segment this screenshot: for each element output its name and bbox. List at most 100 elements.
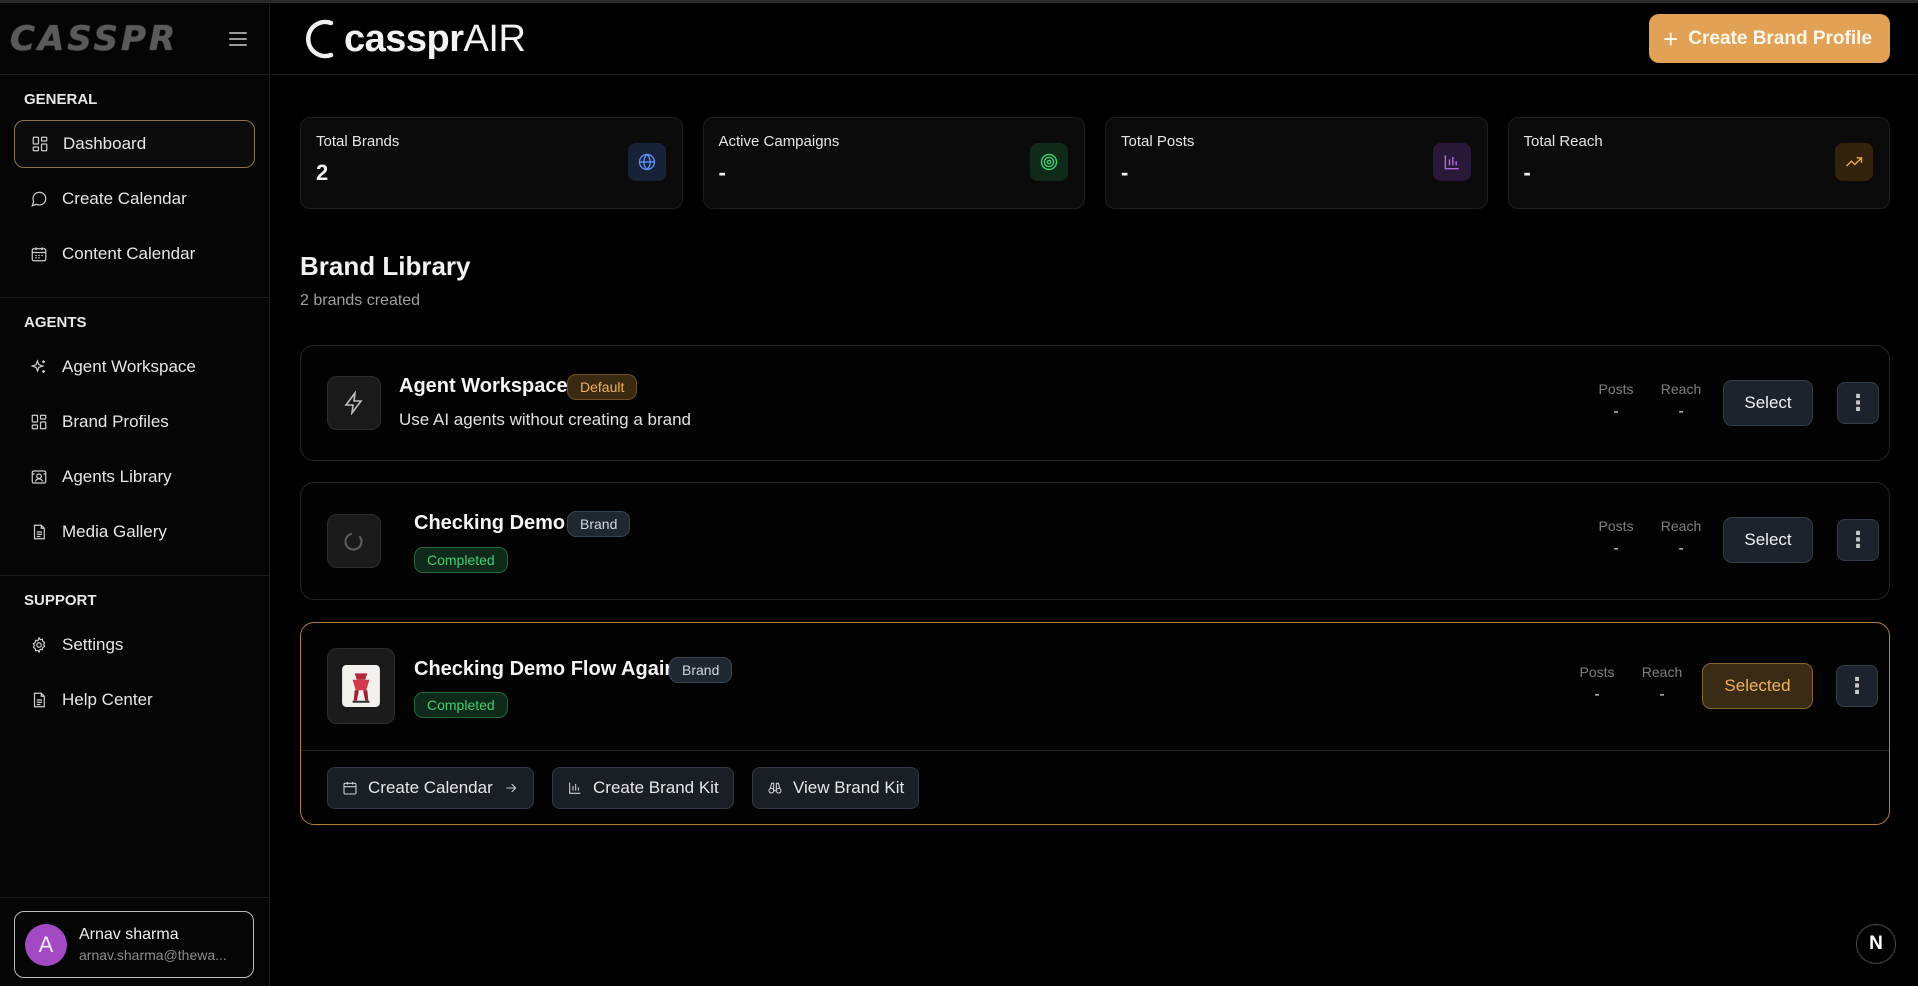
arrow-right-icon <box>506 783 517 793</box>
stat-label: Active Campaigns <box>718 133 840 150</box>
sidebar-item-dashboard[interactable]: Dashboard <box>14 120 255 168</box>
kebab-icon: ⋮ <box>1847 527 1869 552</box>
select-button[interactable]: Select <box>1723 517 1813 563</box>
calendar-icon <box>343 782 357 795</box>
brand-row-checking-demo[interactable]: Checking Demo Brand Completed Posts - Re… <box>300 482 1890 600</box>
metric-label: Reach <box>1641 664 1683 680</box>
button-label: Create Calendar <box>368 778 493 797</box>
brand-name: Agent Workspace <box>399 375 568 397</box>
sidebar-item-label: Help Center <box>62 690 153 709</box>
sidebar-item-agent-workspace[interactable]: Agent Workspace <box>14 343 255 391</box>
stat-card-active-campaigns: Active Campaigns - <box>702 117 1085 209</box>
posts-metric: Posts - <box>1591 381 1641 421</box>
sidebar-header: CASSPR <box>0 3 269 75</box>
status-badge: Completed <box>414 692 508 718</box>
sidebar-item-label: Create Calendar <box>62 189 187 208</box>
user-profile-card[interactable]: A Arnav sharma arnav.sharma@thewa... <box>14 911 254 978</box>
create-brand-kit-button[interactable]: Create Brand Kit <box>552 767 734 809</box>
sidebar-section-general: GENERAL Dashboard Create Calendar Conten… <box>0 75 269 298</box>
select-button[interactable]: Select <box>1723 380 1813 426</box>
binoculars-icon <box>768 782 782 794</box>
dashboard-icon <box>31 135 49 153</box>
metric-label: Posts <box>1579 664 1615 680</box>
row-main: Agent Workspace Default Use AI agents wi… <box>301 346 1889 460</box>
sidebar: CASSPR GENERAL Dashboard Create Calendar <box>0 3 270 986</box>
stats-row: Total Brands 2 Active Campaigns - Total … <box>300 117 1890 209</box>
sidebar-item-label: Dashboard <box>63 134 147 153</box>
library-icon <box>30 468 48 486</box>
grid-icon <box>30 413 48 431</box>
section-title: GENERAL <box>24 91 98 108</box>
sidebar-item-label: Media Gallery <box>62 522 167 541</box>
more-options-button[interactable]: ⋮ <box>1837 519 1879 561</box>
brand-row-checking-demo-flow-again[interactable]: Checking Demo Flow Again Brand Completed… <box>300 622 1890 825</box>
brand-suffix: AIR <box>463 17 526 60</box>
brand-image-thumbnail <box>327 648 395 724</box>
reach-metric: Reach - <box>1656 518 1706 558</box>
posts-metric: Posts - <box>1572 664 1622 704</box>
stat-value: - <box>718 160 726 185</box>
sidebar-item-media-gallery[interactable]: Media Gallery <box>14 508 255 556</box>
create-brand-profile-button[interactable]: + Create Brand Profile <box>1649 14 1890 63</box>
sidebar-divider <box>0 897 269 898</box>
stat-label: Total Reach <box>1523 133 1603 150</box>
brand-library-title: Brand Library <box>300 251 471 281</box>
stat-value: - <box>1121 160 1129 185</box>
reach-metric: Reach - <box>1637 664 1687 704</box>
brand-library-subtitle: 2 brands created <box>300 292 421 309</box>
sidebar-item-settings[interactable]: Settings <box>14 621 255 669</box>
more-options-button[interactable]: ⋮ <box>1836 665 1878 707</box>
sidebar-item-help-center[interactable]: Help Center <box>14 676 255 724</box>
stat-card-total-brands: Total Brands 2 <box>300 117 683 209</box>
sidebar-item-label: Brand Profiles <box>62 412 169 431</box>
user-email: arnav.sharma@thewa... <box>79 947 227 963</box>
kebab-icon: ⋮ <box>1846 673 1868 698</box>
metric-label: Reach <box>1660 518 1702 534</box>
top-bar: cassprAIR + Create Brand Profile <box>271 3 1918 75</box>
stat-label: Total Brands <box>316 133 400 150</box>
sparkles-icon <box>30 358 48 376</box>
next-dev-indicator[interactable]: N <box>1856 924 1896 964</box>
casspr-logo[interactable]: CASSPR <box>10 19 178 59</box>
button-label: Create Brand Profile <box>1688 27 1872 49</box>
metric-label: Posts <box>1598 518 1634 534</box>
menu-toggle-icon[interactable] <box>229 31 247 46</box>
user-name: Arnav sharma <box>79 926 179 943</box>
posts-metric: Posts - <box>1591 518 1641 558</box>
sidebar-item-create-calendar[interactable]: Create Calendar <box>14 175 255 223</box>
calendar-icon <box>30 245 48 263</box>
sidebar-item-agents-library[interactable]: Agents Library <box>14 453 255 501</box>
brand-name: Checking Demo Flow Again <box>414 658 677 680</box>
sidebar-item-brand-profiles[interactable]: Brand Profiles <box>14 398 255 446</box>
brand-prefix: casspr <box>344 17 464 60</box>
sidebar-item-content-calendar[interactable]: Content Calendar <box>14 230 255 278</box>
default-badge: Default <box>567 374 638 400</box>
view-brand-kit-button[interactable]: View Brand Kit <box>752 767 920 809</box>
metric-label: Posts <box>1598 381 1634 397</box>
metric-value: - <box>1594 686 1600 703</box>
more-options-button[interactable]: ⋮ <box>1837 382 1879 424</box>
metric-value: - <box>1678 540 1684 557</box>
reach-metric: Reach - <box>1656 381 1706 421</box>
metric-value: - <box>1613 403 1619 420</box>
casspr-air-logo[interactable]: cassprAIR <box>301 17 526 61</box>
brand-row-agent-workspace[interactable]: Agent Workspace Default Use AI agents wi… <box>300 345 1890 461</box>
target-icon <box>1030 143 1068 181</box>
plus-icon: + <box>1663 23 1679 54</box>
app-root: CASSPR GENERAL Dashboard Create Calendar <box>0 0 1918 986</box>
document-icon <box>30 691 48 709</box>
chat-bubble-icon <box>30 190 48 208</box>
section-title: AGENTS <box>24 314 87 331</box>
bar-chart-icon <box>1432 143 1471 181</box>
selected-button[interactable]: Selected <box>1702 663 1813 709</box>
brand-description: Use AI agents without creating a brand <box>399 410 692 429</box>
sidebar-item-label: Content Calendar <box>62 244 196 263</box>
button-label: Create Brand Kit <box>593 778 719 797</box>
metric-label: Reach <box>1660 381 1702 397</box>
row-main: Checking Demo Flow Again Brand Completed… <box>301 623 1889 824</box>
document-icon <box>30 523 48 541</box>
crescent-logo-icon <box>306 19 334 59</box>
brand-name: Checking Demo <box>414 512 566 534</box>
brand-kit-image-icon <box>342 665 380 707</box>
create-calendar-action-button[interactable]: Create Calendar <box>327 767 534 809</box>
